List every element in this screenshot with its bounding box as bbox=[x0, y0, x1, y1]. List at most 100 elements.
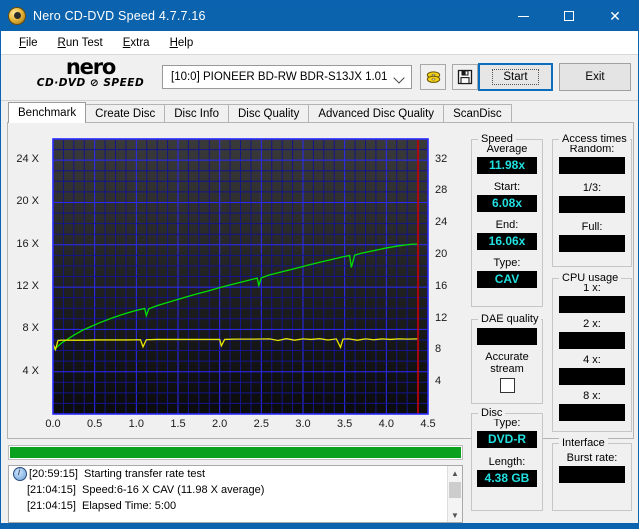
access-times-title: Access times bbox=[559, 133, 630, 145]
cpu-2x-value bbox=[559, 332, 625, 349]
speed-panel-title: Speed bbox=[478, 133, 516, 145]
x-axis-tick-label: 2.0 bbox=[212, 418, 228, 430]
exit-button-label: Exit bbox=[585, 71, 605, 83]
menu-help-label: elp bbox=[177, 36, 194, 49]
menu-bar: File Run Test Extra Help bbox=[1, 31, 638, 55]
interface-panel: Interface Burst rate: bbox=[552, 437, 632, 511]
app-window: Nero CD-DVD Speed 4.7.7.16 ✕ File Run Te… bbox=[0, 0, 639, 529]
cpu-usage-title: CPU usage bbox=[559, 272, 622, 284]
x-axis-tick-label: 0.5 bbox=[87, 418, 103, 430]
close-icon: ✕ bbox=[609, 7, 621, 24]
access-full-value bbox=[559, 235, 625, 252]
interface-title: Interface bbox=[559, 437, 608, 449]
nero-logo: nero CD·DVD ⊘ SPEED bbox=[23, 55, 158, 90]
speed-type-value: CAV bbox=[477, 271, 537, 288]
y-axis-tick-label: 20 X bbox=[16, 195, 39, 208]
x-axis-tick-label: 2.5 bbox=[253, 418, 269, 430]
y2-axis-tick-label: 8 bbox=[435, 343, 442, 356]
y2-axis-tick-label: 20 bbox=[435, 248, 448, 261]
y-axis-tick-label: 8 X bbox=[22, 322, 39, 335]
log-message: Speed:6-16 X CAV (11.98 X average) bbox=[82, 484, 265, 496]
tab-advanced-disc-quality-label: Advanced Disc Quality bbox=[318, 108, 435, 120]
chevron-down-icon bbox=[393, 72, 405, 84]
menu-run-test-label: un Test bbox=[65, 36, 103, 49]
drive-select[interactable]: [10:0] PIONEER BD-RW BDR-S13JX 1.01 bbox=[162, 65, 412, 89]
tab-disc-info-label: Disc Info bbox=[174, 108, 219, 120]
speed-chart bbox=[52, 138, 429, 415]
nero-disc-icon bbox=[8, 7, 26, 25]
logo-primary-text: nero bbox=[65, 55, 116, 79]
speed-average-value: 11.98x bbox=[477, 157, 537, 174]
tab-benchmark-label: Benchmark bbox=[18, 107, 77, 119]
disc-panel: Disc Type: DVD-R Length: 4.38 GB bbox=[471, 407, 543, 511]
y-axis-tick-label: 4 X bbox=[22, 364, 39, 377]
tab-scandisc-label: ScanDisc bbox=[453, 108, 502, 120]
disc-type-value: DVD-R bbox=[477, 431, 537, 448]
dae-quality-value bbox=[477, 328, 537, 345]
log-message: Starting transfer rate test bbox=[84, 468, 206, 480]
tab-benchmark[interactable]: Benchmark bbox=[8, 102, 87, 123]
maximize-icon bbox=[564, 11, 574, 21]
log-row: [21:04:15] Speed:6-16 X CAV (11.98 X ave… bbox=[9, 482, 462, 498]
burst-rate-label: Burst rate: bbox=[566, 452, 618, 464]
scroll-down-icon[interactable]: ▼ bbox=[448, 508, 462, 522]
eject-disc-icon bbox=[426, 71, 440, 83]
log-row: [20:59:15] Starting transfer rate test bbox=[9, 466, 462, 482]
access-random-value bbox=[559, 157, 625, 174]
speed-end-value: 16.06x bbox=[477, 233, 537, 250]
y2-axis-tick-label: 28 bbox=[435, 184, 448, 197]
x-axis-tick-label: 4.0 bbox=[378, 418, 394, 430]
cpu-2x-label: 2 x: bbox=[583, 318, 601, 330]
log-row: [21:04:15] Elapsed Time: 5:00 bbox=[9, 498, 462, 514]
tab-disc-info[interactable]: Disc Info bbox=[164, 104, 229, 123]
accurate-stream-checkbox[interactable] bbox=[499, 378, 515, 393]
tab-disc-quality-label: Disc Quality bbox=[238, 108, 300, 120]
disc-panel-title: Disc bbox=[478, 407, 506, 419]
status-bar bbox=[1, 523, 638, 528]
tab-disc-quality[interactable]: Disc Quality bbox=[228, 104, 310, 123]
tab-create-disc[interactable]: Create Disc bbox=[85, 104, 166, 123]
start-button[interactable]: Start bbox=[478, 63, 553, 91]
menu-extra-label: xtra bbox=[130, 36, 150, 49]
y2-axis-tick-label: 16 bbox=[435, 279, 448, 292]
logo-secondary-text: CD·DVD ⊘ SPEED bbox=[36, 77, 145, 89]
log-message: Elapsed Time: 5:00 bbox=[82, 500, 177, 512]
cpu-4x-value bbox=[559, 368, 625, 385]
menu-file[interactable]: File bbox=[9, 35, 48, 51]
log-timestamp: [21:04:15] bbox=[27, 484, 76, 496]
log-scrollbar[interactable]: ▲ ▼ bbox=[447, 466, 462, 522]
menu-run-test[interactable]: Run Test bbox=[48, 35, 113, 51]
scrollbar-thumb[interactable] bbox=[449, 482, 461, 498]
title-bar: Nero CD-DVD Speed 4.7.7.16 ✕ bbox=[1, 1, 638, 31]
tab-scandisc[interactable]: ScanDisc bbox=[443, 104, 512, 123]
exit-button[interactable]: Exit bbox=[559, 63, 631, 91]
x-axis-tick-label: 3.0 bbox=[295, 418, 311, 430]
maximize-button[interactable] bbox=[546, 1, 592, 31]
progress-bar-fill bbox=[10, 447, 461, 458]
access-times-panel: Access times Random: 1/3: Full: bbox=[552, 133, 632, 267]
menu-help[interactable]: Help bbox=[160, 35, 204, 51]
eject-button[interactable] bbox=[420, 64, 446, 90]
minimize-button[interactable] bbox=[500, 1, 546, 31]
speed-start-value: 6.08x bbox=[477, 195, 537, 212]
log-timestamp: [21:04:15] bbox=[27, 500, 76, 512]
cpu-4x-label: 4 x: bbox=[583, 354, 601, 366]
x-axis-tick-label: 1.0 bbox=[128, 418, 144, 430]
toolbar: nero CD·DVD ⊘ SPEED [10:0] PIONEER BD-RW… bbox=[1, 55, 638, 101]
x-axis-tick-label: 4.5 bbox=[420, 418, 436, 430]
menu-extra[interactable]: Extra bbox=[113, 35, 160, 51]
scroll-up-icon[interactable]: ▲ bbox=[448, 466, 462, 480]
x-axis-tick-label: 0.0 bbox=[45, 418, 61, 430]
close-button[interactable]: ✕ bbox=[592, 1, 638, 31]
speed-type-label: Type: bbox=[493, 257, 521, 269]
cpu-8x-value bbox=[559, 404, 625, 421]
save-button[interactable] bbox=[452, 64, 478, 90]
tab-advanced-disc-quality[interactable]: Advanced Disc Quality bbox=[308, 104, 445, 123]
dae-stream-label: stream bbox=[490, 363, 524, 375]
y-axis-tick-label: 12 X bbox=[16, 280, 39, 293]
floppy-save-icon bbox=[457, 69, 473, 85]
menu-file-label: ile bbox=[26, 36, 38, 49]
cpu-8x-label: 8 x: bbox=[583, 390, 601, 402]
log-panel: [20:59:15] Starting transfer rate test [… bbox=[8, 465, 463, 523]
y2-axis-tick-label: 32 bbox=[435, 152, 448, 165]
